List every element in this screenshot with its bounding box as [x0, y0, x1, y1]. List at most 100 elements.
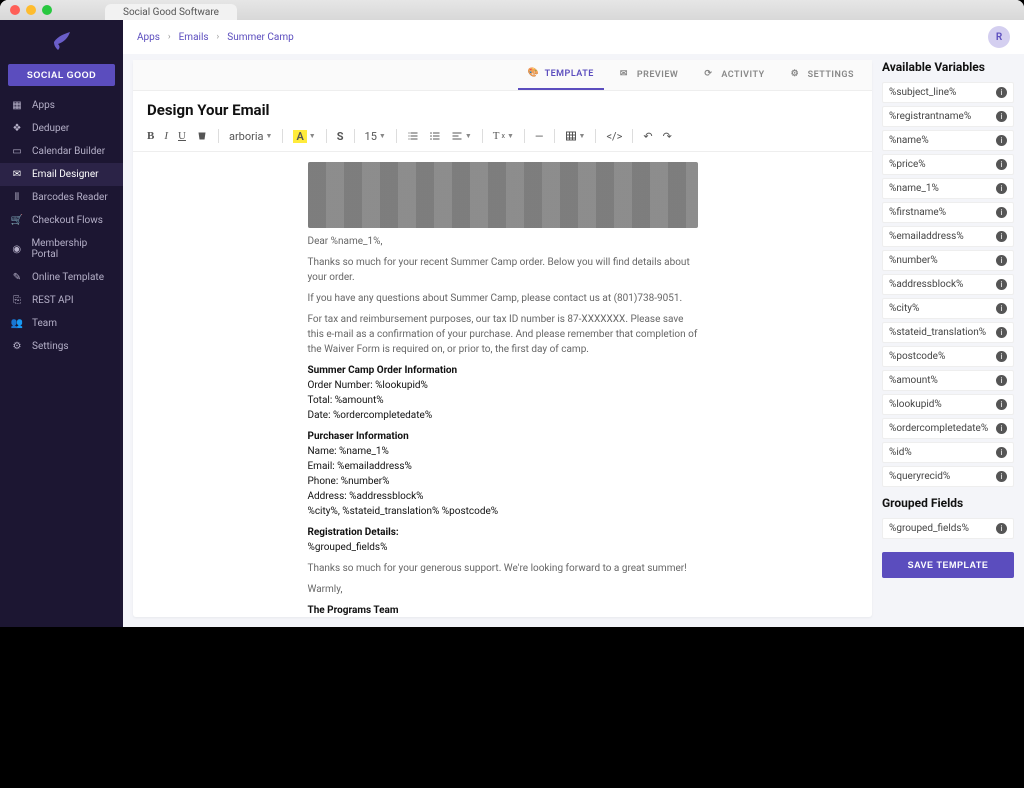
text-color-button[interactable]: A ▼ [293, 130, 315, 143]
chevron-right-icon: › [168, 32, 171, 42]
sidebar-item-apps[interactable]: ▦ Apps [0, 94, 123, 117]
variable-item[interactable]: %queryrecid% i [882, 466, 1014, 487]
info-icon[interactable]: i [996, 423, 1007, 434]
variable-item[interactable]: %name%i [882, 130, 1014, 151]
ordered-list-button[interactable] [407, 130, 419, 142]
underline-button[interactable]: U [178, 130, 186, 142]
sidebar-item-label: Barcodes Reader [32, 192, 108, 203]
info-icon[interactable]: i [996, 523, 1007, 534]
email-intro: Thanks so much for your recent Summer Ca… [308, 255, 698, 285]
toolbar-separator [396, 129, 397, 143]
sidebar-item-deduper[interactable]: ❖ Deduper [0, 117, 123, 140]
info-icon[interactable]: i [996, 135, 1007, 146]
italic-button[interactable]: I [164, 130, 168, 142]
breadcrumb-emails[interactable]: Emails [179, 32, 209, 43]
sidebar-item-settings[interactable]: ⚙ Settings [0, 335, 123, 358]
horizontal-rule-button[interactable]: — [535, 130, 544, 143]
variable-item[interactable]: %name_1%i [882, 178, 1014, 199]
variable-item[interactable]: %amount%i [882, 370, 1014, 391]
email-purchaser-email: Email: %emailaddress% [308, 459, 698, 474]
window-minimize-icon[interactable] [26, 5, 36, 15]
variable-item[interactable]: %lookupid% i [882, 394, 1014, 415]
email-signoff: Warmly, [308, 582, 698, 597]
info-icon[interactable]: i [996, 327, 1007, 338]
user-avatar[interactable]: R [988, 26, 1010, 48]
variable-item[interactable]: %id%i [882, 442, 1014, 463]
variable-item[interactable]: %ordercompletedate%i [882, 418, 1014, 439]
info-icon[interactable]: i [996, 471, 1007, 482]
sidebar-item-calendar-builder[interactable]: ▭ Calendar Builder [0, 140, 123, 163]
variable-item[interactable]: %postcode%i [882, 346, 1014, 367]
toolbar-separator [326, 129, 327, 143]
info-icon[interactable]: i [996, 87, 1007, 98]
variable-item[interactable]: %firstname%i [882, 202, 1014, 223]
info-icon[interactable]: i [996, 399, 1007, 410]
brand-button[interactable]: SOCIAL GOOD [8, 64, 115, 86]
sidebar-item-label: REST API [32, 295, 74, 306]
info-icon[interactable]: i [996, 303, 1007, 314]
avatar-initial: R [996, 32, 1002, 43]
info-icon[interactable]: i [996, 111, 1007, 122]
window-close-icon[interactable] [10, 5, 20, 15]
info-icon[interactable]: i [996, 159, 1007, 170]
bold-button[interactable]: B [147, 130, 154, 142]
info-icon[interactable]: i [996, 183, 1007, 194]
info-icon[interactable]: i [996, 255, 1007, 266]
variable-item[interactable]: %number%i [882, 250, 1014, 271]
bucket-button[interactable] [196, 130, 208, 142]
table-button[interactable]: ▼ [565, 130, 586, 142]
grouped-field-item[interactable]: %grouped_fields%i [882, 518, 1014, 539]
sidebar-item-checkout-flows[interactable]: 🛒 Checkout Flows [0, 209, 123, 232]
variable-item[interactable]: %addressblock%i [882, 274, 1014, 295]
unordered-list-button[interactable] [429, 130, 441, 142]
gear-icon: ⚙ [791, 69, 803, 81]
browser-titlebar: Social Good Software [0, 0, 1024, 20]
sidebar-item-barcodes-reader[interactable]: ⦀ Barcodes Reader [0, 186, 123, 209]
sidebar-item-rest-api[interactable]: ⎘ REST API [0, 289, 123, 312]
sidebar-item-label: Deduper [32, 123, 69, 134]
email-canvas[interactable]: Dear %name_1%, Thanks so much for your r… [133, 152, 872, 617]
info-icon[interactable]: i [996, 231, 1007, 242]
undo-button[interactable]: ↶ [643, 130, 652, 143]
info-icon[interactable]: i [996, 279, 1007, 290]
variable-item[interactable]: %registrantname%i [882, 106, 1014, 127]
variable-item[interactable]: %emailaddress%i [882, 226, 1014, 247]
align-button[interactable]: ▼ [451, 130, 472, 142]
variable-item[interactable]: %city%i [882, 298, 1014, 319]
sidebar-item-team[interactable]: 👥 Team [0, 312, 123, 335]
tab-activity[interactable]: ⟳ ACTIVITY [694, 60, 774, 90]
variable-item[interactable]: %price%i [882, 154, 1014, 175]
email-body: Dear %name_1%, Thanks so much for your r… [308, 162, 698, 617]
toolbar-separator [554, 129, 555, 143]
breadcrumb-apps[interactable]: Apps [137, 32, 160, 43]
variable-name: %queryrecid% [889, 471, 950, 482]
code-view-button[interactable]: </> [606, 130, 622, 143]
save-template-button[interactable]: SAVE TEMPLATE [882, 552, 1014, 578]
window-maximize-icon[interactable] [42, 5, 52, 15]
font-size-select[interactable]: 15 ▼ [365, 130, 386, 143]
variable-item[interactable]: %stateid_translation%i [882, 322, 1014, 343]
tab-template[interactable]: 🎨 TEMPLATE [518, 60, 604, 90]
tab-preview[interactable]: ✉ PREVIEW [610, 60, 688, 90]
user-circle-icon: ◉ [10, 244, 23, 255]
sidebar-item-online-template[interactable]: ✎ Online Template [0, 266, 123, 289]
grid-icon: ▦ [10, 100, 24, 111]
ordered-list-icon [407, 130, 419, 142]
redo-button[interactable]: ↷ [663, 130, 672, 143]
browser-tab[interactable]: Social Good Software [105, 4, 237, 20]
breadcrumb-summer-camp[interactable]: Summer Camp [227, 32, 294, 43]
strikethrough-button[interactable]: S [337, 130, 344, 143]
info-icon[interactable]: i [996, 447, 1007, 458]
variable-name: %lookupid% [889, 399, 942, 410]
sidebar-item-email-designer[interactable]: ✉ Email Designer [0, 163, 123, 186]
font-family-select[interactable]: arboria ▼ [229, 130, 272, 143]
paragraph-format-button[interactable]: Tx ▼ [493, 130, 514, 142]
toolbar-separator [632, 129, 633, 143]
chevron-down-icon: ▼ [507, 132, 514, 140]
info-icon[interactable]: i [996, 351, 1007, 362]
tab-settings[interactable]: ⚙ SETTINGS [781, 60, 864, 90]
sidebar-item-membership-portal[interactable]: ◉ Membership Portal [0, 232, 123, 266]
variable-item[interactable]: %subject_line%i [882, 82, 1014, 103]
info-icon[interactable]: i [996, 207, 1007, 218]
info-icon[interactable]: i [996, 375, 1007, 386]
